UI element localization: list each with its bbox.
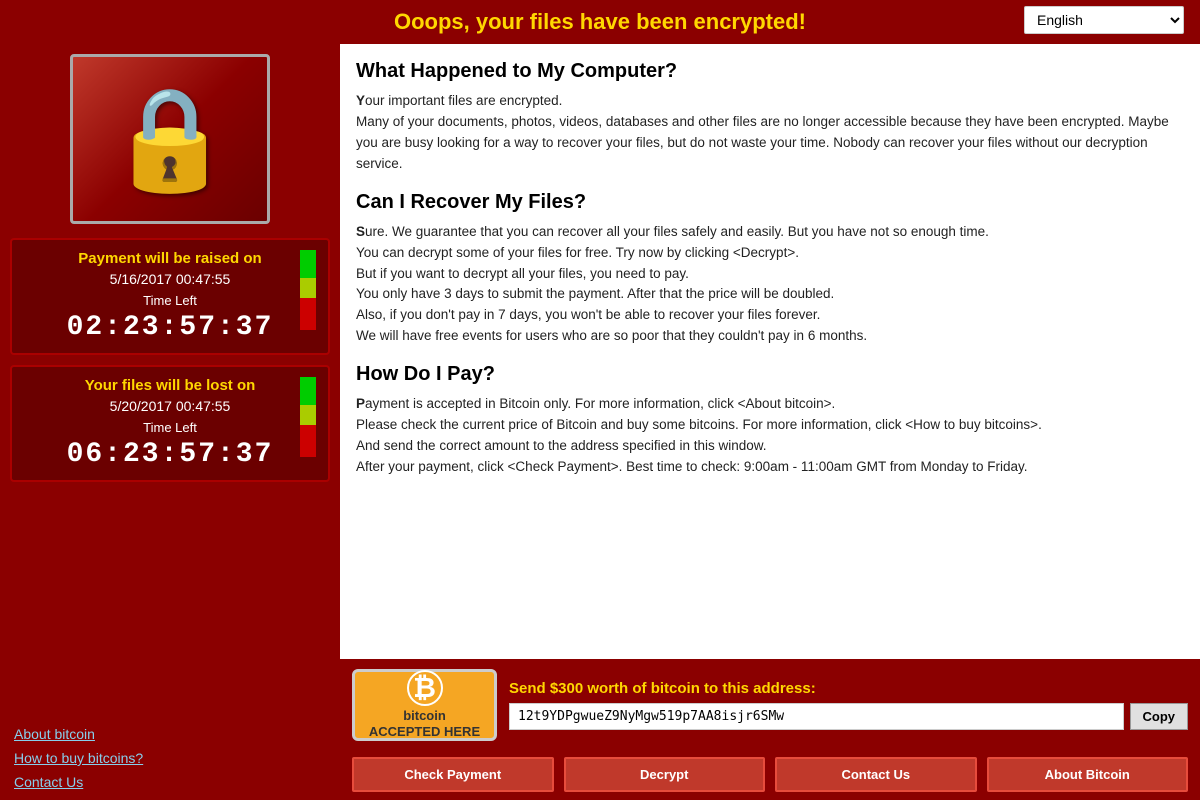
section3-title: How Do I Pay? — [356, 363, 1176, 386]
bitcoin-payment-section: Send $300 worth of bitcoin to this addre… — [509, 680, 1188, 730]
left-panel: 🔒 Payment will be raised on 5/16/2017 00… — [0, 44, 340, 800]
bottom-buttons: Check Payment Decrypt Contact Us About B… — [340, 751, 1200, 800]
bitcoin-address-input[interactable] — [509, 703, 1124, 730]
bitcoin-area: ₿ bitcoinACCEPTED HERE Send $300 worth o… — [340, 659, 1200, 751]
language-select[interactable]: English — [1024, 6, 1184, 34]
timer2-label: Your files will be lost on — [85, 377, 256, 394]
bitcoin-symbol-icon: ₿ — [407, 670, 443, 706]
about-bitcoin-button[interactable]: About Bitcoin — [987, 757, 1189, 792]
timer1-date: 5/16/2017 00:47:55 — [110, 271, 231, 287]
timer1-display: 02:23:57:37 — [67, 312, 274, 343]
timer1-label: Payment will be raised on — [78, 250, 261, 267]
section1-first-letter: Y — [356, 93, 365, 108]
timer2-time-label: Time Left — [143, 420, 197, 435]
timer-payment-raised: Payment will be raised on 5/16/2017 00:4… — [10, 238, 330, 355]
decrypt-button[interactable]: Decrypt — [564, 757, 766, 792]
section1-title: What Happened to My Computer? — [356, 60, 1176, 83]
timer2-bar — [300, 377, 316, 457]
copy-button[interactable]: Copy — [1130, 703, 1189, 730]
contact-us-button[interactable]: Contact Us — [775, 757, 977, 792]
bitcoin-address-row: Copy — [509, 703, 1188, 730]
about-bitcoin-link[interactable]: About bitcoin — [14, 726, 326, 742]
bitcoin-send-label: Send $300 worth of bitcoin to this addre… — [509, 680, 1188, 697]
scroll-area[interactable]: What Happened to My Computer? Your impor… — [340, 44, 1200, 659]
timer2-display: 06:23:57:37 — [67, 439, 274, 470]
timer1-time-label: Time Left — [143, 293, 197, 308]
timer2-date: 5/20/2017 00:47:55 — [110, 398, 231, 414]
section2-title: Can I Recover My Files? — [356, 191, 1176, 214]
section2-first-letter: S — [356, 224, 365, 239]
section1-body: Your important files are encrypted. Many… — [356, 91, 1176, 175]
section3-first-letter: P — [356, 396, 365, 411]
left-links: About bitcoin How to buy bitcoins? Conta… — [10, 718, 330, 790]
section3-body: Payment is accepted in Bitcoin only. For… — [356, 394, 1176, 478]
bitcoin-row: ₿ bitcoinACCEPTED HERE Send $300 worth o… — [352, 669, 1188, 741]
timer1-bar — [300, 250, 316, 330]
section2-body: Sure. We guarantee that you can recover … — [356, 222, 1176, 348]
timer-files-lost: Your files will be lost on 5/20/2017 00:… — [10, 365, 330, 482]
contact-us-link[interactable]: Contact Us — [14, 774, 326, 790]
bitcoin-logo: ₿ bitcoinACCEPTED HERE — [352, 669, 497, 741]
header-title: Ooops, your files have been encrypted! — [16, 9, 1184, 35]
header: Ooops, your files have been encrypted! E… — [0, 0, 1200, 44]
lock-icon: 🔒 — [108, 89, 233, 189]
how-to-buy-link[interactable]: How to buy bitcoins? — [14, 750, 326, 766]
main-container: 🔒 Payment will be raised on 5/16/2017 00… — [0, 44, 1200, 800]
lock-icon-container: 🔒 — [70, 54, 270, 224]
check-payment-button[interactable]: Check Payment — [352, 757, 554, 792]
right-panel: What Happened to My Computer? Your impor… — [340, 44, 1200, 800]
bitcoin-logo-text: bitcoinACCEPTED HERE — [369, 708, 480, 739]
